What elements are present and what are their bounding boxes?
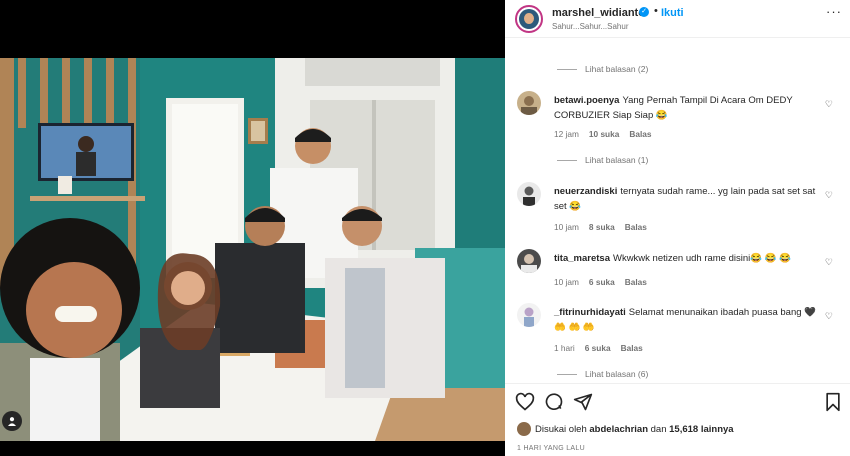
post-header: marshel_widianto ✓ • Ikuti ··· Sahur...S… <box>505 0 850 38</box>
verified-badge-icon: ✓ <box>639 7 649 17</box>
post-audio-subtitle[interactable]: Sahur...Sahur...Sahur <box>552 22 629 31</box>
likes-middle: dan <box>650 424 667 435</box>
comment-likes[interactable]: 10 suka <box>589 129 619 139</box>
follow-button[interactable]: Ikuti <box>661 7 684 19</box>
commenter-username[interactable]: tita_maretsa <box>554 253 610 264</box>
commenter-username[interactable]: betawi.poenya <box>554 95 619 106</box>
post-photo[interactable] <box>0 58 505 441</box>
bookmark-icon[interactable] <box>823 392 845 414</box>
commenter-avatar[interactable] <box>517 182 541 206</box>
post-timestamp[interactable]: 1 HARI YANG LALU <box>517 445 585 452</box>
comment-meta: 1 hari 6 suka Balas <box>554 343 653 353</box>
comment-time[interactable]: 12 jam <box>554 129 579 139</box>
more-options-icon[interactable]: ··· <box>826 4 842 19</box>
post-actions <box>515 392 845 414</box>
reply-button[interactable]: Balas <box>625 222 647 232</box>
reply-button[interactable]: Balas <box>629 129 651 139</box>
comment-time[interactable]: 1 hari <box>554 343 575 353</box>
view-replies-button[interactable]: Lihat balasan (2) <box>557 64 648 74</box>
liker-username[interactable]: abdelachrian <box>589 424 648 435</box>
comment-body: _fitrinurhidayati Selamat menunaikan ibad… <box>554 305 816 335</box>
likes-count[interactable]: 15,618 lainnya <box>669 424 733 435</box>
comment-likes[interactable]: 6 suka <box>585 343 611 353</box>
comment-like-heart-icon[interactable]: ♡ <box>825 311 833 322</box>
likes-prefix: Disukai oleh <box>535 424 587 435</box>
author-avatar[interactable] <box>515 5 543 33</box>
comment-body: betawi.poenya Yang Pernah Tampil Di Acara… <box>554 93 816 123</box>
comment-like-heart-icon[interactable]: ♡ <box>825 190 833 201</box>
heart-icon[interactable] <box>515 392 537 414</box>
photo-illustration <box>0 58 505 441</box>
view-replies-button[interactable]: Lihat balasan (6) <box>557 369 648 379</box>
commenter-avatar[interactable] <box>517 249 541 273</box>
view-replies-label: Lihat balasan (6) <box>585 369 649 379</box>
post-sidebar: marshel_widianto ✓ • Ikuti ··· Sahur...S… <box>505 0 850 456</box>
reply-button[interactable]: Balas <box>625 277 647 287</box>
comment-time[interactable]: 10 jam <box>554 222 579 232</box>
comment-likes[interactable]: 6 suka <box>589 277 615 287</box>
commenter-avatar[interactable] <box>517 303 541 327</box>
comment-icon[interactable] <box>544 392 566 414</box>
comments-list[interactable]: Lihat balasan (2) betawi.poenya Yang Pern… <box>505 38 850 383</box>
view-replies-label: Lihat balasan (2) <box>585 64 649 74</box>
likes-summary: Disukai oleh abdelachrian dan 15,618 lai… <box>535 424 734 435</box>
comment-body: tita_maretsa Wkwkwk netizen udh rame disi… <box>554 251 816 266</box>
comment-body: neuerzandiski ternyata sudah rame... yg l… <box>554 184 816 214</box>
share-icon[interactable] <box>573 392 595 414</box>
comment-likes[interactable]: 8 suka <box>589 222 615 232</box>
author-username[interactable]: marshel_widianto <box>552 7 645 19</box>
comment-time[interactable]: 10 jam <box>554 277 579 287</box>
person-icon <box>8 417 16 426</box>
comment-meta: 10 jam 6 suka Balas <box>554 277 657 287</box>
replies-rule <box>557 160 577 162</box>
reply-button[interactable]: Balas <box>621 343 643 353</box>
view-replies-label: Lihat balasan (1) <box>585 155 649 165</box>
actions-divider <box>505 383 850 384</box>
comment-meta: 10 jam 8 suka Balas <box>554 222 657 232</box>
commenter-avatar[interactable] <box>517 91 541 115</box>
user-tag-button[interactable] <box>2 411 22 431</box>
comment-like-heart-icon[interactable]: ♡ <box>825 99 833 110</box>
view-replies-button[interactable]: Lihat balasan (1) <box>557 155 648 165</box>
commenter-username[interactable]: neuerzandiski <box>554 186 617 197</box>
post-media <box>0 0 505 456</box>
comment-text: Wkwkwk netizen udh rame disini😂 😂 😂 <box>612 253 792 264</box>
comment-meta: 12 jam 10 suka Balas <box>554 129 662 139</box>
replies-rule <box>557 69 577 71</box>
comment-like-heart-icon[interactable]: ♡ <box>825 257 833 268</box>
header-separator: • <box>654 5 658 17</box>
commenter-username[interactable]: _fitrinurhidayati <box>554 307 626 318</box>
liker-avatar[interactable] <box>517 422 531 436</box>
replies-rule <box>557 374 577 376</box>
